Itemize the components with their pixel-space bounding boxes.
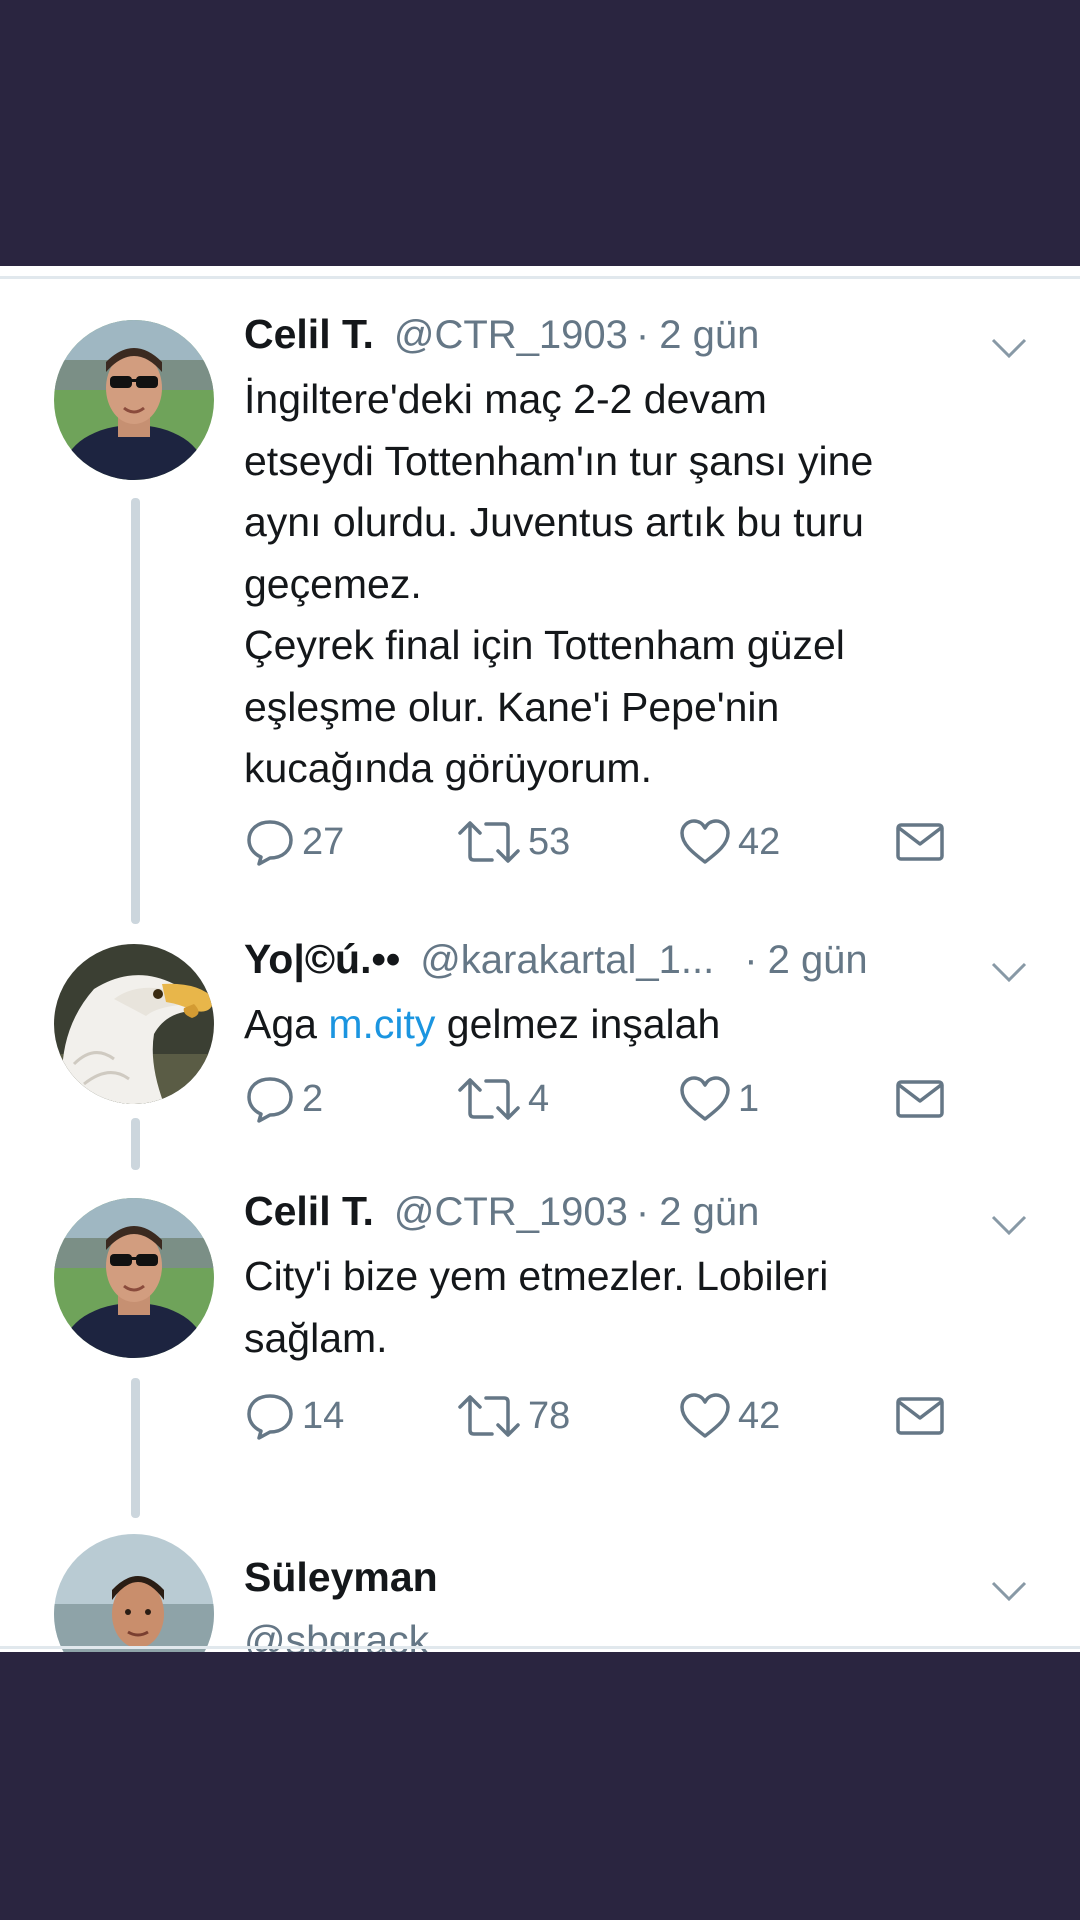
retweet-button[interactable]: 78 xyxy=(456,1386,570,1446)
retweet-button[interactable]: 4 xyxy=(456,1069,549,1129)
timestamp[interactable]: 2 gün xyxy=(768,938,868,983)
chevron-down-icon[interactable] xyxy=(990,960,1028,984)
like-icon xyxy=(680,819,730,864)
retweet-count: 78 xyxy=(528,1394,571,1437)
thread-line xyxy=(131,498,140,924)
reply-button[interactable]: 2 xyxy=(244,1069,323,1129)
retweet-icon xyxy=(458,1078,520,1120)
reply-count: 27 xyxy=(302,820,345,863)
tweet-header: Celil T. @CTR_1903 · 2 gün xyxy=(244,1188,759,1244)
tweet-header: Yo|©ú.•• @karakartal_1... · 2 gün xyxy=(244,936,868,992)
display-name[interactable]: Celil T. xyxy=(244,1188,374,1235)
top-background xyxy=(0,0,1080,266)
tweet-actions: 2 4 1 xyxy=(244,1069,964,1129)
divider xyxy=(0,1646,1080,1649)
tweet-text-start: Aga xyxy=(244,1001,329,1047)
separator-dot: · xyxy=(744,938,758,982)
retweet-button[interactable]: 53 xyxy=(456,812,570,872)
thread-line xyxy=(131,1378,140,1518)
direct-message-button[interactable] xyxy=(894,1069,946,1129)
timestamp[interactable]: 2 gün xyxy=(659,1190,759,1235)
tweet-actions: 14 78 42 xyxy=(244,1386,964,1446)
retweet-count: 4 xyxy=(528,1077,550,1120)
reply-icon xyxy=(247,820,293,866)
reply-button[interactable]: 27 xyxy=(244,812,344,872)
like-button[interactable]: 1 xyxy=(678,1069,759,1129)
timestamp[interactable]: 2 gün xyxy=(659,313,759,358)
avatar[interactable] xyxy=(54,1534,214,1652)
display-name[interactable]: Celil T. xyxy=(244,311,374,358)
separator-dot: · xyxy=(635,1190,650,1234)
user-handle[interactable]: @CTR_1903 xyxy=(394,313,628,358)
like-button[interactable]: 42 xyxy=(678,812,780,872)
tweet-header: Süleyman xyxy=(244,1554,438,1610)
tweet-header: Celil T. @CTR_1903 · 2 gün xyxy=(244,311,759,367)
direct-message-icon xyxy=(896,1080,944,1118)
tweet-actions: 27 53 42 xyxy=(244,812,964,872)
tweet-thread: Celil T. @CTR_1903 · 2 gün İngiltere'dek… xyxy=(0,266,1080,1652)
user-handle[interactable]: @karakartal_1... xyxy=(420,938,714,983)
retweet-icon xyxy=(458,1395,520,1437)
like-count: 1 xyxy=(738,1077,760,1120)
like-icon xyxy=(680,1076,730,1121)
display-name[interactable]: Yo|©ú.•• xyxy=(244,936,400,983)
separator-dot: · xyxy=(635,313,650,357)
direct-message-button[interactable] xyxy=(894,1386,946,1446)
tweet-link[interactable]: m.city xyxy=(328,1001,435,1047)
direct-message-icon xyxy=(896,823,944,861)
reply-icon xyxy=(247,1394,293,1440)
reply-icon xyxy=(247,1077,293,1123)
like-button[interactable]: 42 xyxy=(678,1386,780,1446)
like-count: 42 xyxy=(738,820,781,863)
tweet-text: Aga m.city gelmez inşalah xyxy=(244,994,1034,1056)
thread-line xyxy=(131,1118,140,1170)
retweet-count: 53 xyxy=(528,820,571,863)
display-name[interactable]: Süleyman xyxy=(244,1554,438,1601)
like-count: 42 xyxy=(738,1394,781,1437)
divider xyxy=(0,276,1080,279)
retweet-icon xyxy=(458,821,520,863)
chevron-down-icon[interactable] xyxy=(990,1213,1028,1237)
chevron-down-icon[interactable] xyxy=(990,1579,1028,1603)
like-icon xyxy=(680,1393,730,1438)
bottom-background xyxy=(0,1652,1080,1920)
chevron-down-icon[interactable] xyxy=(990,336,1028,360)
avatar[interactable] xyxy=(54,1198,214,1358)
reply-button[interactable]: 14 xyxy=(244,1386,344,1446)
reply-count: 2 xyxy=(302,1077,324,1120)
direct-message-button[interactable] xyxy=(894,812,946,872)
avatar[interactable] xyxy=(54,944,214,1104)
tweet-text: City'i bize yem etmezler. Lobileri sağla… xyxy=(244,1253,829,1361)
tweet-text-end: gelmez inşalah xyxy=(435,1001,721,1047)
avatar[interactable] xyxy=(54,320,214,480)
direct-message-icon xyxy=(896,1397,944,1435)
tweet-text: İngiltere'deki maç 2-2 devam etseydi Tot… xyxy=(244,376,874,791)
reply-count: 14 xyxy=(302,1394,345,1437)
user-handle[interactable]: @CTR_1903 xyxy=(394,1190,628,1235)
